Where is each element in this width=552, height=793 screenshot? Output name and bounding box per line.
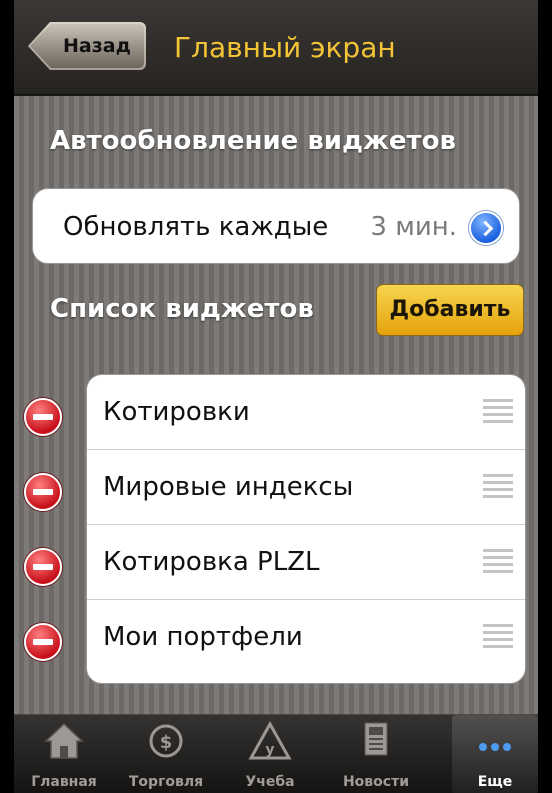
reorder-handle-icon[interactable]	[483, 399, 513, 425]
reorder-handle-icon[interactable]	[483, 624, 513, 650]
tab-study[interactable]: y Учеба	[218, 715, 322, 793]
tab-trading[interactable]: $ Торговля	[114, 715, 218, 793]
navigation-bar: Назад Главный экран	[14, 0, 538, 95]
study-icon: y	[248, 721, 292, 760]
phone-screen: Назад Главный экран Автообновление видже…	[0, 0, 552, 793]
list-item[interactable]: Мировые индексы	[87, 450, 525, 525]
settings-content[interactable]: Автообновление виджетов Обновлять каждые…	[14, 96, 538, 714]
svg-text:y: y	[265, 742, 274, 758]
tab-news[interactable]: Новости	[322, 715, 430, 793]
widgets-section-title: Список виджетов	[50, 294, 314, 324]
list-item[interactable]: Котировка PLZL	[87, 525, 525, 600]
list-item[interactable]: Котировки	[87, 375, 525, 450]
widget-label: Котировка PLZL	[103, 547, 320, 577]
trading-icon: $	[149, 724, 183, 758]
widget-label: Котировки	[103, 397, 250, 427]
reorder-handle-icon[interactable]	[483, 549, 513, 575]
update-interval-label: Обновлять каждые	[63, 212, 329, 242]
tab-bar: Главная $ Торговля y Учеба Новости Еще	[14, 714, 538, 793]
delete-widget-icon[interactable]	[24, 548, 62, 586]
chevron-right-circle-icon[interactable]	[469, 211, 503, 245]
back-button-label: Назад	[63, 35, 131, 57]
news-icon	[364, 722, 388, 756]
update-interval-value: 3 мин.	[370, 212, 457, 242]
widget-label: Мировые индексы	[103, 472, 354, 502]
tab-label: Торговля	[128, 774, 204, 790]
reorder-handle-icon[interactable]	[483, 474, 513, 500]
tab-label: Главная	[31, 774, 97, 790]
widget-list: Котировки Мировые индексы Котировка PLZL…	[86, 374, 526, 684]
tab-label: Новости	[342, 774, 410, 790]
widget-label: Мои портфели	[103, 622, 303, 652]
home-icon	[44, 722, 84, 759]
tab-more[interactable]: Еще	[452, 715, 538, 793]
tab-label: Еще	[477, 774, 513, 790]
tab-home[interactable]: Главная	[14, 715, 114, 793]
update-interval-row[interactable]: Обновлять каждые 3 мин.	[32, 188, 520, 264]
more-icon	[479, 743, 511, 751]
svg-text:$: $	[160, 732, 173, 753]
list-item[interactable]: Мои портфели	[87, 600, 525, 675]
delete-widget-icon[interactable]	[24, 398, 62, 436]
page-title: Главный экран	[174, 31, 396, 64]
back-button[interactable]: Назад	[28, 22, 146, 70]
app-frame: Назад Главный экран Автообновление видже…	[14, 0, 538, 793]
delete-widget-icon[interactable]	[24, 473, 62, 511]
add-widget-button[interactable]: Добавить	[376, 284, 524, 336]
tab-label: Учеба	[245, 774, 295, 790]
delete-widget-icon[interactable]	[24, 623, 62, 661]
auto-update-section-title: Автообновление виджетов	[50, 126, 456, 156]
